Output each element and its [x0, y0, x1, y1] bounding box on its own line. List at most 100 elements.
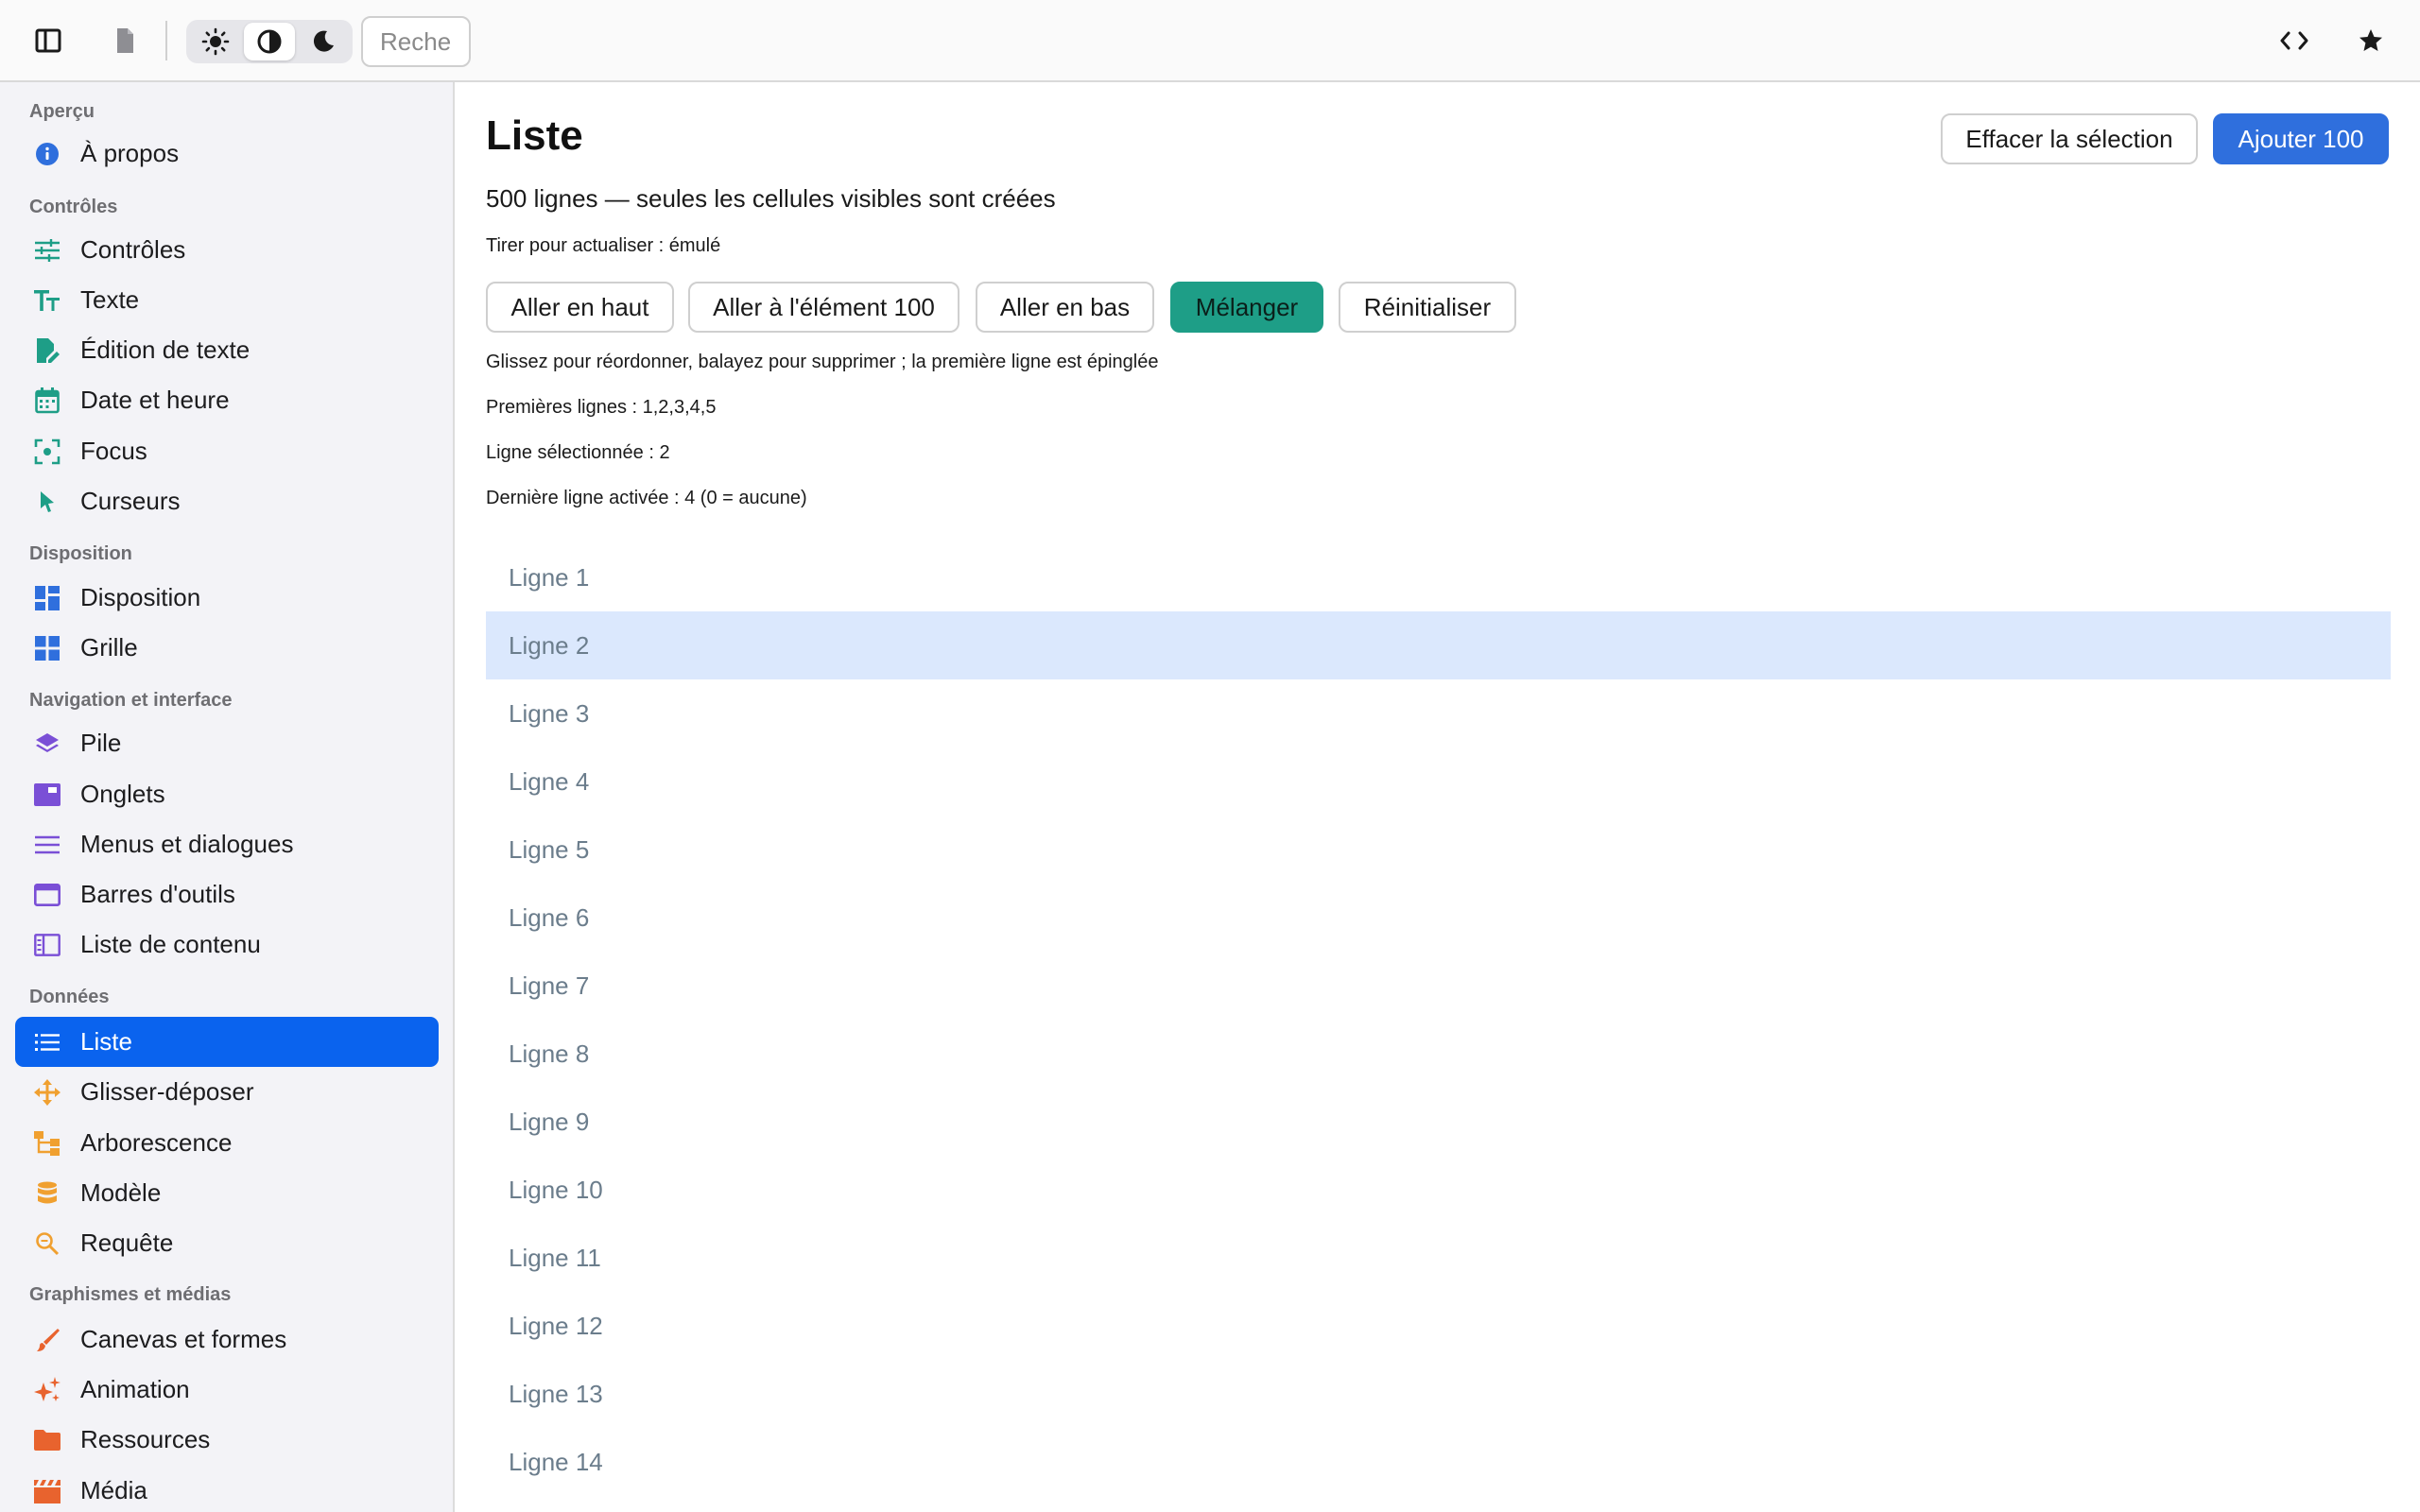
toolbar-separator: [165, 21, 167, 60]
document-button[interactable]: [103, 19, 147, 62]
sidebar-item-model[interactable]: Modèle: [15, 1168, 439, 1218]
view-source-button[interactable]: [2273, 19, 2316, 62]
sidebar-group-title: Disposition: [29, 543, 132, 564]
sidebar-group-title: Contrôles: [29, 197, 118, 217]
brush-icon: [34, 1327, 60, 1353]
sidebar-item-text-editing[interactable]: Édition de texte: [15, 325, 439, 375]
sidebar-item-menus-dialogs[interactable]: Menus et dialogues: [15, 819, 439, 869]
theme-auto-button[interactable]: [244, 23, 295, 60]
star-icon: [2360, 29, 2382, 51]
sidebar-item-controls[interactable]: Contrôles: [15, 225, 439, 275]
scroll-top-button[interactable]: Aller en haut: [486, 282, 674, 333]
sidebar-icon: [35, 28, 61, 53]
sidebar-item-label: Grille: [80, 633, 138, 662]
sun-icon: [201, 27, 230, 56]
sidebar-item-layout[interactable]: Disposition: [15, 573, 439, 623]
gesture-hint: Glissez pour réordonner, balayez pour su…: [486, 352, 1159, 372]
sidebar-item-content-list[interactable]: Liste de contenu: [15, 919, 439, 970]
list-row[interactable]: Ligne 10: [486, 1156, 2391, 1224]
theme-light-button[interactable]: [190, 23, 241, 60]
sidebar-item-label: Liste de contenu: [80, 930, 261, 958]
info-icon: [34, 141, 60, 167]
sidebar-group-title: Navigation et interface: [29, 690, 233, 711]
sidebar-item-label: Onglets: [80, 780, 165, 808]
sidebar-item-animation[interactable]: Animation: [15, 1365, 439, 1415]
shuffle-button[interactable]: Mélanger: [1170, 282, 1323, 333]
focus-icon: [34, 438, 60, 465]
sidebar-item-stack[interactable]: Pile: [15, 718, 439, 768]
list-row[interactable]: Ligne 3: [486, 679, 2391, 747]
sidebar-item-tree[interactable]: Arborescence: [15, 1118, 439, 1168]
grid-icon: [34, 635, 60, 662]
sidebar-item-cursors[interactable]: Curseurs: [15, 476, 439, 526]
list-row-selected[interactable]: Ligne 2: [486, 611, 2391, 679]
sidebar-group-title: Aperçu: [29, 101, 95, 122]
add-100-button[interactable]: Ajouter 100: [2213, 113, 2389, 164]
list-row[interactable]: Ligne 1: [486, 543, 2391, 611]
sidebar-item-label: Média: [80, 1476, 147, 1504]
sidebar-item-label: Canevas et formes: [80, 1325, 287, 1353]
sidebar-item-label: Focus: [80, 437, 147, 465]
sidebar-item-query[interactable]: Requête: [15, 1218, 439, 1268]
sidebar-item-label: Menus et dialogues: [80, 830, 294, 858]
list-row[interactable]: Ligne 9: [486, 1088, 2391, 1156]
favorite-button[interactable]: [2349, 19, 2393, 62]
list-row[interactable]: Ligne 8: [486, 1020, 2391, 1088]
layers-icon: [34, 730, 60, 757]
moon-icon: [313, 30, 334, 52]
list-row[interactable]: Ligne 11: [486, 1224, 2391, 1292]
sidebar-toggle-button[interactable]: [26, 19, 70, 62]
clear-selection-button[interactable]: Effacer la sélection: [1941, 113, 2198, 164]
code-icon: [2280, 31, 2308, 50]
sidebar-item-label: Disposition: [80, 583, 201, 611]
sidebar-item-media[interactable]: Média: [15, 1466, 439, 1512]
sidebar-item-text[interactable]: Texte: [15, 275, 439, 325]
search-input[interactable]: [361, 16, 471, 67]
theme-switcher: [186, 20, 353, 63]
sidebar-item-label: Édition de texte: [80, 335, 251, 364]
sidebar-item-label: Pile: [80, 729, 122, 757]
calendar-icon: [34, 387, 60, 414]
reset-button[interactable]: Réinitialiser: [1339, 282, 1516, 333]
tabs-icon: [34, 782, 60, 808]
sidebar-item-label: Modèle: [80, 1178, 162, 1207]
list-summary: 500 lignes — seules les cellules visible…: [486, 184, 1056, 213]
sidebar-item-about[interactable]: À propos: [15, 129, 439, 179]
sidebar: Aperçu À propos Contrôles Contrôles Text…: [0, 82, 455, 1512]
list-row[interactable]: Ligne 7: [486, 952, 2391, 1020]
scroll-to-item-100-button[interactable]: Aller à l'élément 100: [688, 282, 959, 333]
sidebar-item-toolbars[interactable]: Barres d'outils: [15, 869, 439, 919]
menu-icon: [34, 832, 60, 858]
sidebar-item-resources[interactable]: Ressources: [15, 1415, 439, 1465]
sidebar-item-grid[interactable]: Grille: [15, 623, 439, 673]
list-row[interactable]: Ligne 14: [486, 1428, 2391, 1496]
pull-to-refresh-status: Tirer pour actualiser : émulé: [486, 235, 721, 256]
folder-icon: [34, 1427, 60, 1453]
list-row[interactable]: Ligne 4: [486, 747, 2391, 816]
list-row[interactable]: Ligne 12: [486, 1292, 2391, 1360]
first-rows-status: Premières lignes : 1,2,3,4,5: [486, 397, 717, 418]
sidebar-item-tabs[interactable]: Onglets: [15, 769, 439, 819]
theme-dark-button[interactable]: [298, 23, 349, 60]
sidebar-item-canvas-shapes[interactable]: Canevas et formes: [15, 1314, 439, 1365]
last-activated-status: Dernière ligne activée : 4 (0 = aucune): [486, 488, 807, 508]
sliders-icon: [34, 237, 60, 264]
tree-icon: [34, 1130, 60, 1157]
sidebar-item-label: Curseurs: [80, 487, 181, 515]
sidebar-item-focus[interactable]: Focus: [15, 426, 439, 476]
sidebar-item-list[interactable]: Liste: [15, 1017, 439, 1067]
list-row[interactable]: Ligne 6: [486, 884, 2391, 952]
list-row[interactable]: Ligne 13: [486, 1360, 2391, 1428]
scroll-bottom-button[interactable]: Aller en bas: [976, 282, 1154, 333]
sidebar-item-label: Liste: [80, 1027, 132, 1056]
database-icon: [34, 1180, 60, 1207]
main-content: Liste Effacer la sélection Ajouter 100 5…: [457, 82, 2420, 1512]
list-row[interactable]: Ligne 5: [486, 816, 2391, 884]
document-icon: [117, 28, 133, 53]
list-icon: [34, 1029, 60, 1056]
sidebar-item-drag-drop[interactable]: Glisser-déposer: [15, 1067, 439, 1117]
move-icon: [34, 1079, 60, 1106]
sidebar-item-date-time[interactable]: Date et heure: [15, 375, 439, 425]
sidebar-group-title: Graphismes et médias: [29, 1284, 232, 1305]
sidebar-item-label: Contrôles: [80, 235, 186, 264]
